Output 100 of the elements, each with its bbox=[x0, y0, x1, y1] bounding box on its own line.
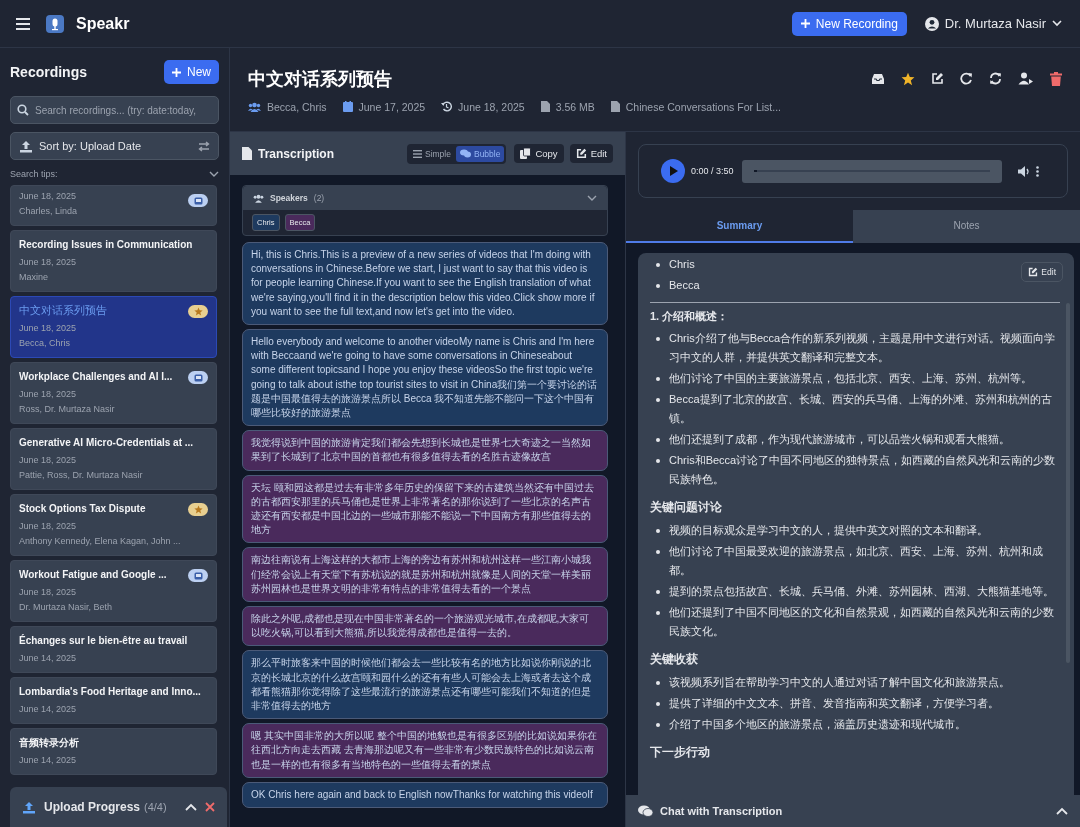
recording-title: Lombardia's Food Heritage and Inno... bbox=[19, 685, 201, 698]
redo-icon[interactable] bbox=[960, 72, 973, 85]
recording-item[interactable]: Recording Issues in Communication June 18, 2025 Maxine bbox=[10, 230, 217, 292]
view-option[interactable]: Bubble bbox=[455, 145, 505, 162]
recording-item[interactable]: Lombardia's Food Heritage and Inno... June 14, 2025 bbox=[10, 677, 217, 724]
edit-button[interactable]: Edit bbox=[569, 144, 613, 163]
recording-title: 中文对话系列预告 bbox=[19, 304, 107, 317]
bullet-icon bbox=[656, 550, 660, 554]
file-icon bbox=[610, 101, 620, 112]
speech-bubble: 嗯 其实中国非常的大所以呢 整个中国的地貌也是有很多区别的比如说如果你在往西北方向走去西藏 去青海那边呢又有一些非常有少数民族特色的比如说云南也是一样的也有很多有当地特色的一些值得去看的景点 bbox=[242, 723, 608, 778]
recording-date: June 18, 2025 bbox=[19, 190, 77, 203]
file-size: 3.56 MB bbox=[555, 100, 595, 113]
recording-item[interactable]: June 18, 2025 Charles, Linda bbox=[10, 185, 217, 226]
summary-bullet: 提到的景点包括故宫、长城、兵马俑、外滩、苏州园林、西湖、大熊猫基地等。 bbox=[669, 584, 1054, 599]
created-date: June 17, 2025 bbox=[358, 100, 426, 113]
summary-bullet: 他们还提到了中国不同地区的文化和自然景观，如西藏的自然风光和云南的少数民族文化。 bbox=[669, 605, 1055, 639]
user-icon bbox=[924, 16, 939, 31]
edit-icon[interactable] bbox=[931, 72, 944, 85]
view-option[interactable]: Simple bbox=[409, 145, 455, 162]
play-icon bbox=[670, 166, 678, 176]
recording-date: June 18, 2025 bbox=[19, 388, 77, 401]
sort-button[interactable]: Sort by: Upload Date bbox=[10, 132, 219, 160]
close-icon[interactable] bbox=[205, 802, 215, 812]
bullet-icon bbox=[656, 337, 660, 341]
playback-time: 0:00 / 3:50 bbox=[691, 166, 734, 176]
recording-item[interactable]: Échanges sur le bien-être au travail June 14, 2025 bbox=[10, 626, 217, 673]
recording-title: 音频转录分析 bbox=[19, 736, 79, 749]
users-icon bbox=[253, 193, 264, 203]
speech-bubble: 除此之外呢,成都也是现在中国非常著名的一个旅游观光城市,在成都呢,大家可以吃火锅,可以看到大熊猫,所以我觉得成都也是值得一去的。 bbox=[242, 606, 608, 647]
recording-title: Échanges sur le bien-être au travail bbox=[19, 634, 188, 647]
app-name: Speakr bbox=[76, 14, 130, 33]
recording-title: Workplace Challenges and AI I... bbox=[19, 370, 173, 383]
delete-icon[interactable] bbox=[1050, 71, 1062, 86]
volume-icon[interactable] bbox=[1018, 165, 1030, 177]
recording-item[interactable]: 中文对话系列预告 June 18, 2025 Becca, Chris bbox=[10, 296, 217, 358]
bullet-icon bbox=[656, 438, 660, 442]
summary-bullet: 介绍了中国多个地区的旅游景点，涵盖历史遗迹和现代城市。 bbox=[669, 717, 966, 732]
summary-heading: 关键收获 bbox=[650, 651, 698, 668]
recording-date: June 14, 2025 bbox=[19, 703, 77, 716]
participants: Becca, Chris bbox=[267, 100, 327, 113]
user-menu[interactable]: Dr. Murtaza Nasir bbox=[922, 14, 1064, 33]
chevron-up-icon[interactable] bbox=[185, 803, 197, 811]
sync-icon[interactable] bbox=[989, 72, 1002, 85]
tab[interactable]: Notes bbox=[853, 210, 1080, 243]
recording-item[interactable]: 音频转录分析 June 14, 2025 bbox=[10, 728, 217, 775]
bullet-icon bbox=[656, 263, 660, 267]
speech-bubble: Hi, this is Chris.This is a preview of a new series of videos that I'm doing with conversations in Chinese.Before we start, I just want to say that this video is for people learning Chinese.If you want to see the English translation of what we're saying,you'll find it in the description below this video.Click show more if you want to see the full text,and now let's get into the video. bbox=[242, 242, 608, 325]
upload-count: (4/4) bbox=[144, 801, 167, 813]
edit-icon bbox=[575, 148, 587, 159]
chevron-up-icon[interactable] bbox=[1056, 807, 1068, 815]
recording-item[interactable]: Generative AI Micro-Credentials at ... June 18, 2025 Pattie, Ross, Dr. Murtaza Nasir bbox=[10, 428, 217, 490]
new-recording-button[interactable]: New Recording bbox=[791, 11, 907, 36]
star-icon[interactable] bbox=[901, 71, 915, 86]
recording-date: June 14, 2025 bbox=[19, 652, 77, 665]
summary-bullet: 他们讨论了中国的主要旅游景点，包括北京、西安、上海、苏州、杭州等。 bbox=[669, 371, 1032, 386]
upload-icon bbox=[19, 139, 33, 153]
user-share-icon[interactable] bbox=[1018, 72, 1034, 85]
search-field[interactable]: Search recordings... (try: date:today, bbox=[10, 96, 219, 124]
edit-button[interactable]: Edit bbox=[1021, 262, 1063, 282]
summary-bullet: Becca bbox=[669, 278, 700, 293]
calendar-icon bbox=[342, 101, 353, 112]
speakers-label: Speakers bbox=[270, 193, 308, 203]
recording-title: Stock Options Tax Dispute bbox=[19, 502, 146, 515]
recording-date: June 18, 2025 bbox=[19, 586, 77, 599]
recording-speakers: Becca, Chris bbox=[19, 337, 71, 350]
speakers-count: (2) bbox=[313, 193, 325, 203]
speech-bubble: 那么平时旅客来中国的时候他们都会去一些比较有名的地方比如说你刚说的北京的长城北京的什么故宫颐和园什么的还有有些人可能会去上海或者去这个成都看熊猫那你觉得除了这些最流行的旅游景点还有哪些可能我们不知道的但是非常值得去的地方 bbox=[242, 650, 608, 720]
summary-bullet: Chris和Becca讨论了中国不同地区的独特景点，如西藏的自然风光和云南的少数民族特色。 bbox=[669, 453, 1057, 487]
bullet-icon bbox=[656, 590, 660, 594]
bullet-icon bbox=[656, 681, 660, 685]
recording-date: June 18, 2025 bbox=[19, 256, 77, 269]
recording-date: June 18, 2025 bbox=[19, 520, 77, 533]
document-icon bbox=[242, 147, 252, 160]
copy-button[interactable]: Copy bbox=[514, 144, 564, 163]
swap-icon bbox=[198, 140, 210, 152]
upload-progress-label: Upload Progress bbox=[44, 800, 141, 814]
play-button[interactable] bbox=[661, 159, 685, 183]
recording-speakers: Pattie, Ross, Dr. Murtaza Nasir bbox=[19, 469, 143, 482]
recording-item[interactable]: Workplace Challenges and AI I... June 18, 2025 Ross, Dr. Murtaza Nasir bbox=[10, 362, 217, 424]
new-button[interactable]: New bbox=[164, 60, 219, 84]
bullet-icon bbox=[656, 459, 660, 463]
chevron-down-icon[interactable] bbox=[209, 170, 219, 178]
recording-date: June 14, 2025 bbox=[19, 754, 77, 767]
menu-icon[interactable] bbox=[16, 17, 30, 30]
recording-item[interactable]: Stock Options Tax Dispute June 18, 2025 Anthony Kennedy, Elena Kagan, John ... bbox=[10, 494, 217, 556]
recording-item[interactable]: Workout Fatigue and Google ... June 18, 2025 Dr. Murtaza Nasir, Beth bbox=[10, 560, 217, 622]
summary-bullet: Chris bbox=[669, 257, 695, 272]
recording-title: Generative AI Micro-Credentials at ... bbox=[19, 436, 194, 449]
upload-icon bbox=[22, 800, 36, 814]
speech-bubble: 南边往南说有上海这样的大都市上海的旁边有苏州和杭州这样一些江南小城我们经常会说上有天堂下有苏杭说的就是苏州和杭州就像是人间的天堂一样美丽苏州园林也是世界文明的非常有特点的非常值得去看的一个景点 bbox=[242, 547, 608, 603]
chevron-down-icon bbox=[1052, 20, 1062, 27]
bullet-icon bbox=[656, 702, 660, 706]
more-icon[interactable] bbox=[1036, 165, 1039, 177]
recording-title-heading: 中文对话系列预告 bbox=[248, 67, 392, 91]
chat-bar[interactable]: Chat with Transcription bbox=[626, 795, 1080, 827]
sidebar-title: Recordings bbox=[10, 64, 87, 80]
chevron-down-icon[interactable] bbox=[587, 194, 597, 202]
inbox-icon[interactable] bbox=[871, 72, 885, 85]
summary-section-title: 1. 介绍和概述： bbox=[650, 309, 729, 324]
speech-bubble: Hello everybody and welcome to another videoMy name is Chris and I'm here with Beccaand we're going to have some conversations in Chineseabout some different topicsand I hope you enjoy these videosSo the first topic we're going to talk about isthe top tourist sites to visit in China我们第一个要讨论的话题是中国最值得去的旅游景点所以 Becca 我不知道先能不能问一下这个中国有哪些比较好的旅游景点 bbox=[242, 329, 608, 427]
